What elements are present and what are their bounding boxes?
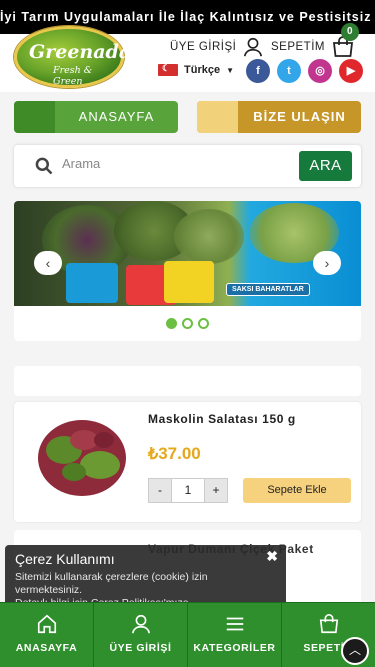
- slider-prev-button[interactable]: ‹: [34, 251, 62, 275]
- home-button-swatch: [14, 101, 55, 133]
- search-icon: [35, 157, 53, 175]
- logo[interactable]: Greenada Fresh & Green: [14, 26, 131, 88]
- cookie-body: Sitemizi kullanarak çerezlere (cookie) i…: [15, 571, 208, 596]
- turkey-flag-icon: [158, 63, 178, 76]
- add-to-cart-button[interactable]: Sepete Ekle: [243, 478, 351, 503]
- price-value: 37.00: [158, 444, 201, 463]
- section-strip: [14, 366, 361, 396]
- qty-increase-button[interactable]: +: [204, 478, 228, 503]
- instagram-icon[interactable]: ◎: [308, 59, 332, 83]
- bottom-nav-categories[interactable]: KATEGORİLER: [187, 603, 281, 667]
- bottom-nav-login[interactable]: ÜYE GİRİŞİ: [93, 603, 187, 667]
- chevron-up-icon: ︿: [348, 643, 361, 657]
- pot-yellow: [164, 261, 214, 303]
- banner-badge: SAKSI BAHARATLAR: [226, 283, 310, 296]
- language-selector[interactable]: Türkçe ▼: [158, 63, 234, 76]
- cookie-title: Çerez Kullanımı: [15, 551, 115, 567]
- bottom-nav-home[interactable]: ANASAYFA: [0, 603, 93, 667]
- contact-button-swatch: [197, 101, 238, 133]
- slider-dot[interactable]: [198, 318, 209, 329]
- product-price: ₺37.00: [148, 444, 201, 464]
- qty-decrease-button[interactable]: -: [148, 478, 172, 503]
- home-button-label: ANASAYFA: [78, 109, 155, 124]
- currency-symbol: ₺: [148, 446, 159, 463]
- cart-icon: [319, 614, 338, 634]
- search-input[interactable]: Arama: [62, 156, 100, 171]
- slider-dot[interactable]: [182, 318, 193, 329]
- facebook-icon[interactable]: f: [246, 59, 270, 83]
- logo-tagline: Fresh & Green: [53, 65, 93, 87]
- bottom-nav: ANASAYFA ÜYE GİRİŞİ KATEGORİLER SEPETİM: [0, 602, 375, 667]
- banner-slider: SAKSI BAHARATLAR ‹ ›: [14, 201, 361, 341]
- bottom-nav-label: ANASAYFA: [15, 642, 78, 654]
- banner-image: SAKSI BAHARATLAR: [14, 201, 361, 306]
- cart-label: SEPETİM: [271, 41, 325, 53]
- search-bar: Arama ARA: [14, 145, 361, 187]
- product-name[interactable]: Maskolin Salatası 150 g: [148, 412, 296, 426]
- login-label: ÜYE GİRİŞİ: [170, 41, 237, 53]
- cart-link[interactable]: SEPETİM 0: [271, 23, 359, 58]
- site-header: Greenada Fresh & Green ÜYE GİRİŞİ SEPETİ…: [0, 23, 375, 92]
- slider-next-button[interactable]: ›: [313, 251, 341, 275]
- quantity-stepper: - 1 +: [148, 478, 228, 503]
- home-icon: [37, 614, 56, 634]
- scroll-to-top-button[interactable]: ︿: [341, 637, 369, 665]
- product-card[interactable]: Maskolin Salatası 150 g ₺37.00 - 1 + Sep…: [14, 402, 361, 522]
- language-label: Türkçe: [184, 64, 221, 76]
- contact-button[interactable]: BİZE ULAŞIN: [197, 101, 361, 133]
- logo-brand: Greenada: [29, 41, 132, 63]
- quick-nav: ANASAYFA BİZE ULAŞIN: [14, 101, 361, 133]
- cart-count-badge: 0: [341, 23, 359, 41]
- youtube-icon[interactable]: ▶: [339, 59, 363, 83]
- user-icon: [131, 614, 150, 634]
- slider-dot[interactable]: [166, 318, 177, 329]
- login-link[interactable]: ÜYE GİRİŞİ: [170, 36, 264, 58]
- bottom-nav-label: KATEGORİLER: [193, 642, 276, 654]
- close-icon[interactable]: ✖: [266, 548, 278, 565]
- user-icon: [244, 37, 263, 57]
- home-button[interactable]: ANASAYFA: [14, 101, 178, 133]
- bottom-nav-label: ÜYE GİRİŞİ: [109, 642, 172, 654]
- chevron-down-icon: ▼: [226, 65, 234, 75]
- slider-dots: [166, 318, 209, 329]
- twitter-icon[interactable]: t: [277, 59, 301, 83]
- social-links: f t ◎ ▶: [246, 59, 363, 83]
- contact-button-label: BİZE ULAŞIN: [253, 109, 346, 124]
- menu-icon: [226, 617, 243, 631]
- product-image: [38, 420, 126, 496]
- pot-blue: [66, 263, 118, 303]
- qty-input[interactable]: 1: [172, 478, 204, 503]
- search-button[interactable]: ARA: [299, 151, 352, 181]
